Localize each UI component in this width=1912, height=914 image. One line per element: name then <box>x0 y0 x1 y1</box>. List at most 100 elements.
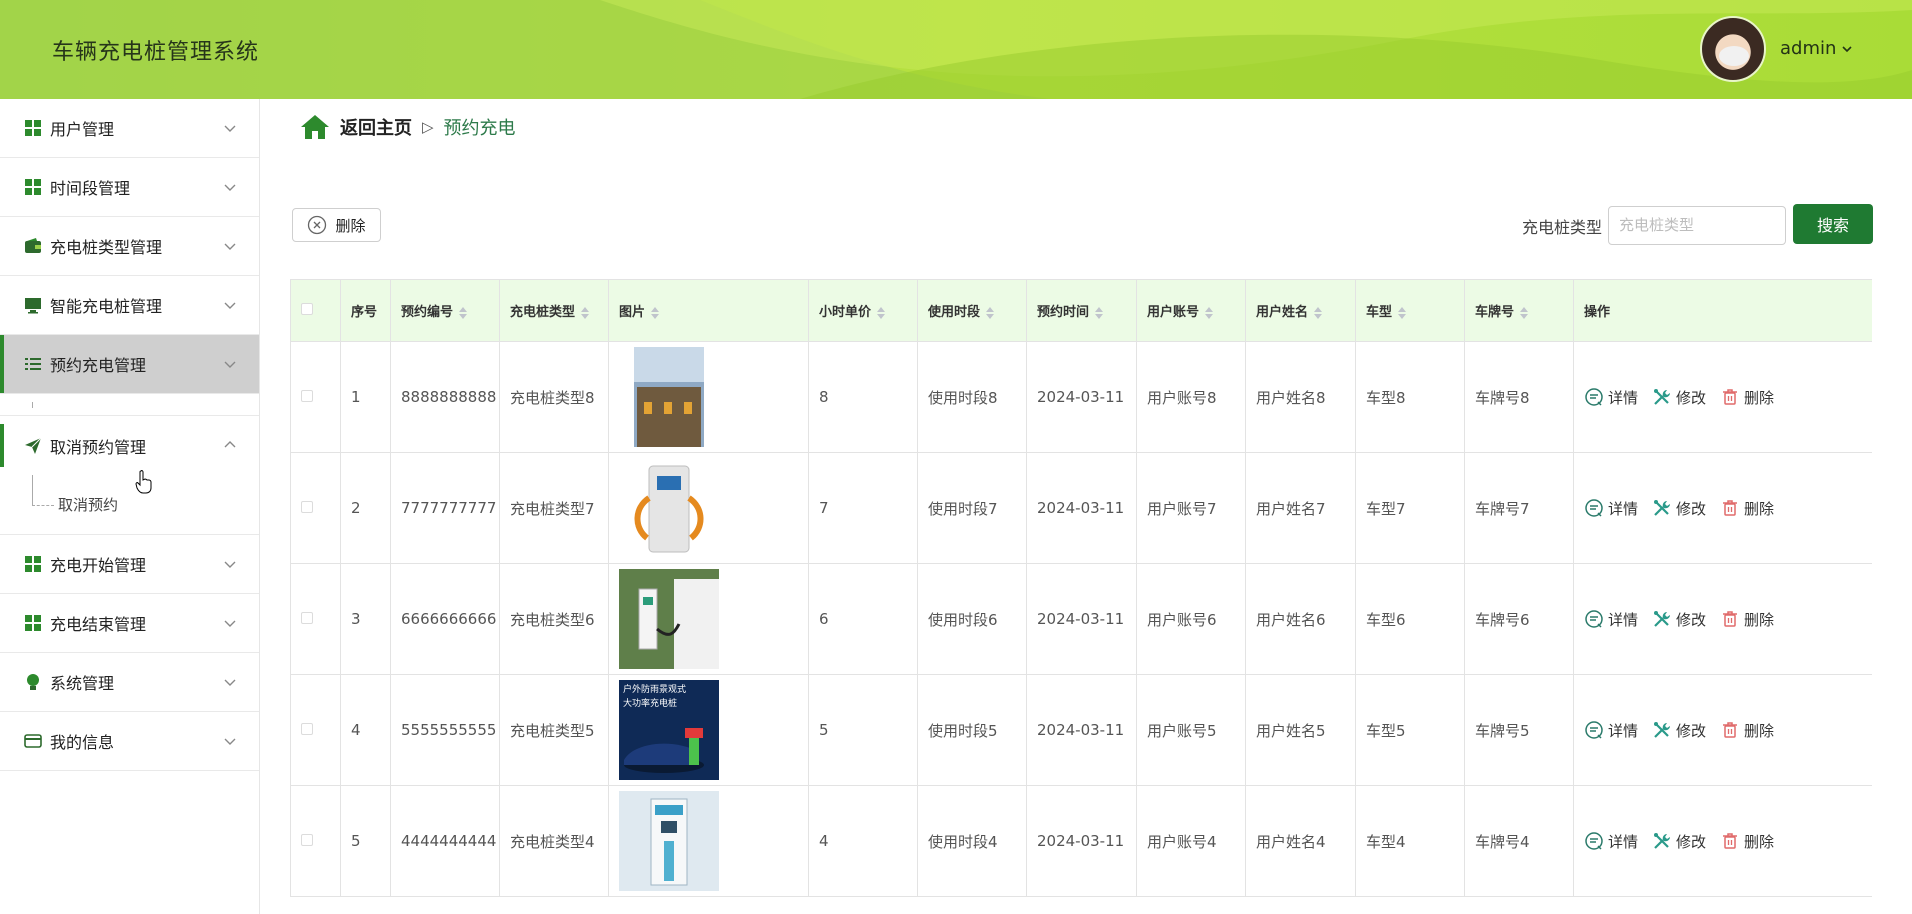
cell-type: 充电桩类型6 <box>499 563 609 675</box>
sidebar-item-timeslot-management[interactable]: 时间段管理 <box>0 158 259 217</box>
cell-index: 1 <box>340 341 391 453</box>
cell-price: 4 <box>808 785 918 897</box>
select-all-checkbox[interactable] <box>301 302 313 315</box>
sidebar-subitem-cancel-reservation[interactable]: 取消预约 <box>0 475 259 535</box>
edit-button[interactable]: 修改 <box>1652 498 1706 519</box>
breadcrumb-home-link[interactable]: 返回主页 <box>340 114 412 140</box>
row-checkbox[interactable] <box>301 390 313 402</box>
charger-type-search-input[interactable] <box>1608 206 1786 245</box>
sidebar-item-cancel-reservation-management[interactable]: 取消预约管理 <box>0 416 259 475</box>
cell-type: 充电桩类型4 <box>499 785 609 897</box>
column-header[interactable]: 用户账号 <box>1136 279 1246 342</box>
column-header[interactable]: 车牌号 <box>1464 279 1574 342</box>
app-title: 车辆充电桩管理系统 <box>52 40 260 65</box>
column-header[interactable]: 使用时段 <box>917 279 1027 342</box>
cell-type: 充电桩类型7 <box>499 452 609 564</box>
column-header[interactable]: 小时单价 <box>808 279 918 342</box>
sort-icon[interactable] <box>1314 306 1323 319</box>
cell-image <box>608 452 809 564</box>
list-icon <box>25 358 41 370</box>
charger-photo-car-charging <box>619 569 719 669</box>
edit-button[interactable]: 修改 <box>1652 609 1706 630</box>
sort-icon[interactable] <box>877 306 886 319</box>
cell-account: 用户账号4 <box>1136 785 1246 897</box>
delete-button[interactable]: 删除 <box>1720 609 1774 630</box>
sidebar-item-charger-type-management[interactable]: 充电桩类型管理 <box>0 217 259 276</box>
detail-button[interactable]: 详情 <box>1584 609 1638 630</box>
cell-account: 用户账号7 <box>1136 452 1246 564</box>
detail-button[interactable]: 详情 <box>1584 720 1638 741</box>
table-row: 4 5555555555 充电桩类型5 户外防雨景观式 大功率充电桩 5 使用时段… <box>290 674 1872 786</box>
delete-button[interactable]: 删除 <box>1720 720 1774 741</box>
edit-button[interactable]: 修改 <box>1652 831 1706 852</box>
row-checkbox[interactable] <box>301 834 313 846</box>
delete-label: 删除 <box>1744 721 1775 740</box>
sort-icon[interactable] <box>581 306 590 319</box>
svg-text:户外防雨景观式: 户外防雨景观式 <box>623 683 686 695</box>
delete-label: 删除 <box>1744 499 1775 518</box>
cell-name: 用户姓名5 <box>1245 674 1356 786</box>
column-header[interactable]: 车型 <box>1355 279 1465 342</box>
sidebar-item-system-management[interactable]: 系统管理 <box>0 653 259 712</box>
sort-icon[interactable] <box>986 306 995 319</box>
search-label: 充电桩类型 <box>1522 218 1603 237</box>
edit-button[interactable]: 修改 <box>1652 387 1706 408</box>
home-icon[interactable] <box>300 114 330 140</box>
mouse-pointer-hand-icon <box>135 470 152 494</box>
sort-icon[interactable] <box>1095 306 1104 319</box>
sort-icon[interactable] <box>1520 306 1529 319</box>
cell-code: 6666666666 <box>390 563 500 675</box>
breadcrumb-current: 预约充电 <box>443 118 516 139</box>
tools-icon <box>1654 833 1671 849</box>
detail-icon <box>1585 610 1603 628</box>
submenu-collapsed-stub <box>0 394 259 416</box>
table-row: 1 8888888888 充电桩类型8 8 使用时段8 2024-03-11 用… <box>290 341 1872 453</box>
sort-icon[interactable] <box>1205 306 1214 319</box>
sidebar-item-my-info[interactable]: 我的信息 <box>0 712 259 771</box>
column-header[interactable]: 充电桩类型 <box>499 279 609 342</box>
row-checkbox[interactable] <box>301 612 313 624</box>
cell-type: 充电桩类型5 <box>499 674 609 786</box>
sort-icon[interactable] <box>459 306 468 319</box>
detail-button[interactable]: 详情 <box>1584 387 1638 408</box>
tools-icon <box>1654 611 1671 627</box>
column-header[interactable]: 图片 <box>608 279 809 342</box>
column-header[interactable]: 预约时间 <box>1026 279 1137 342</box>
sidebar-item-charging-start-management[interactable]: 充电开始管理 <box>0 535 259 594</box>
sidebar-item-label: 用户管理 <box>50 120 115 139</box>
user-avatar[interactable] <box>1700 16 1766 82</box>
sidebar-item-smart-charger-management[interactable]: 智能充电桩管理 <box>0 276 259 335</box>
search-button[interactable]: 搜索 <box>1793 204 1873 244</box>
row-checkbox[interactable] <box>301 501 313 513</box>
cell-time: 2024-03-11 <box>1026 452 1137 564</box>
detail-button[interactable]: 详情 <box>1584 498 1638 519</box>
user-menu[interactable]: admin <box>1780 38 1852 59</box>
detail-icon <box>1585 721 1603 739</box>
cell-name: 用户姓名7 <box>1245 452 1356 564</box>
cell-actions: 详情 修改 删除 <box>1573 785 1872 897</box>
cell-image: 户外防雨景观式 大功率充电桩 <box>608 674 809 786</box>
delete-button[interactable]: 删除 <box>1720 498 1774 519</box>
sort-icon[interactable] <box>651 306 660 319</box>
delete-button[interactable]: 删除 <box>1720 387 1774 408</box>
trash-icon <box>1723 833 1738 849</box>
chevron-down-icon <box>1842 45 1852 52</box>
sidebar-item-charging-end-management[interactable]: 充电结束管理 <box>0 594 259 653</box>
batch-delete-button[interactable]: 删除 <box>292 208 381 242</box>
grid-icon <box>25 556 41 572</box>
sidebar-item-reservation-management[interactable]: 预约充电管理 <box>0 335 259 394</box>
cell-code: 7777777777 <box>390 452 500 564</box>
cell-model: 车型6 <box>1355 563 1465 675</box>
column-header[interactable]: 用户姓名 <box>1245 279 1356 342</box>
row-checkbox[interactable] <box>301 723 313 735</box>
delete-button[interactable]: 删除 <box>1720 831 1774 852</box>
user-name: admin <box>1780 38 1837 59</box>
detail-icon <box>1585 499 1603 517</box>
cell-account: 用户账号5 <box>1136 674 1246 786</box>
sort-icon[interactable] <box>1398 306 1407 319</box>
cell-plate: 车牌号8 <box>1464 341 1574 453</box>
column-header[interactable]: 预约编号 <box>390 279 500 342</box>
detail-button[interactable]: 详情 <box>1584 831 1638 852</box>
sidebar-item-user-management[interactable]: 用户管理 <box>0 99 259 158</box>
edit-button[interactable]: 修改 <box>1652 720 1706 741</box>
